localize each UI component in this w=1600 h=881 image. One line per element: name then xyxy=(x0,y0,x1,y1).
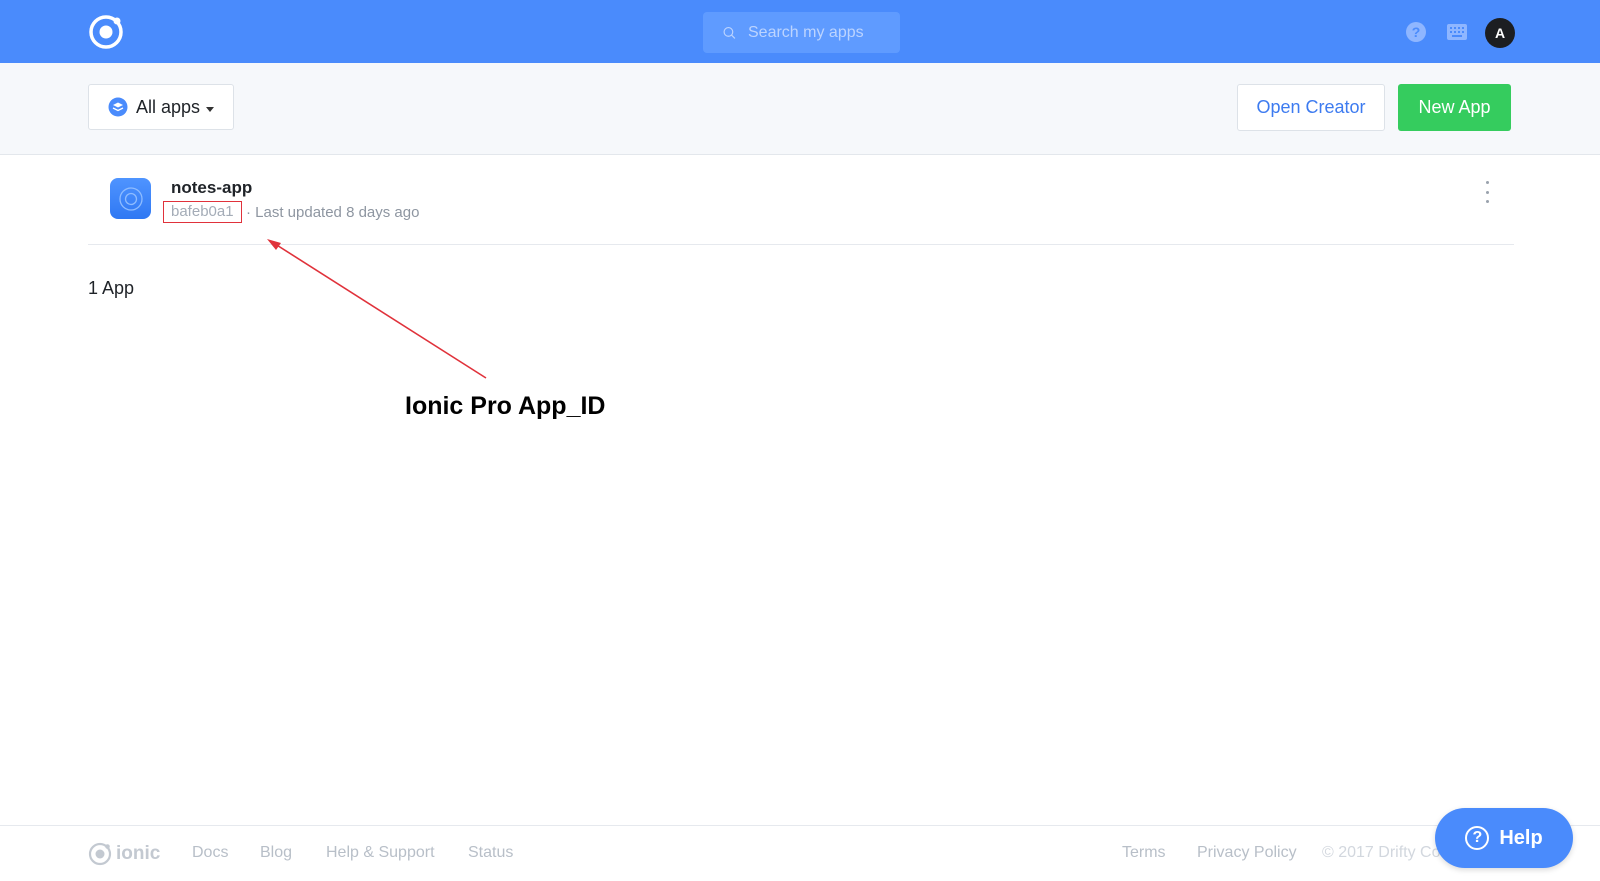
ionic-logo-icon[interactable] xyxy=(88,14,124,50)
footer-copyright: © 2017 Drifty Co xyxy=(1322,844,1441,861)
footer-link-status[interactable]: Status xyxy=(468,844,513,862)
all-apps-dropdown[interactable]: All apps xyxy=(88,84,234,130)
footer-brand: ionic xyxy=(116,843,161,864)
help-chat-button[interactable]: ? Help xyxy=(1435,808,1573,868)
user-avatar[interactable]: A xyxy=(1485,18,1515,48)
footer-link-terms[interactable]: Terms xyxy=(1122,844,1166,862)
caret-down-icon xyxy=(206,106,215,112)
annotation-label: Ionic Pro App_ID xyxy=(405,392,606,420)
app-id-highlighted: bafeb0a1 xyxy=(163,201,242,223)
app-count: 1 App xyxy=(88,278,135,298)
search-input[interactable] xyxy=(746,22,900,43)
question-icon: ? xyxy=(1465,826,1490,850)
search-box[interactable] xyxy=(703,12,900,53)
all-apps-label: All apps xyxy=(136,96,201,117)
open-creator-button[interactable]: Open Creator xyxy=(1237,84,1385,131)
footer-link-blog[interactable]: Blog xyxy=(260,844,292,862)
svg-text:?: ? xyxy=(1412,24,1421,40)
help-circle-icon[interactable]: ? xyxy=(1405,21,1427,43)
new-app-button[interactable]: New App xyxy=(1398,84,1511,131)
keyboard-icon[interactable] xyxy=(1446,21,1468,43)
footer: ionic Docs Blog Help & Support Status Te… xyxy=(0,825,1600,881)
apps-toolbar: All apps Open Creator New App xyxy=(0,63,1600,155)
app-list-item[interactable]: notes-app bafeb0a1 · Last updated 8 days… xyxy=(88,154,1514,245)
app-name[interactable]: notes-app xyxy=(171,178,252,198)
stack-icon xyxy=(108,97,128,117)
footer-link-help-support[interactable]: Help & Support xyxy=(326,844,435,862)
top-navigation-bar: ? A xyxy=(0,0,1600,64)
app-icon xyxy=(110,178,151,219)
search-icon xyxy=(723,26,736,39)
more-options-icon[interactable] xyxy=(1481,181,1493,203)
help-label: Help xyxy=(1499,826,1543,849)
footer-link-privacy-policy[interactable]: Privacy Policy xyxy=(1197,844,1297,862)
ionic-app-icon xyxy=(118,186,143,211)
footer-link-docs[interactable]: Docs xyxy=(192,844,228,862)
ionic-logo-icon xyxy=(88,842,112,866)
footer-logo[interactable]: ionic xyxy=(88,842,160,866)
app-last-updated: · Last updated 8 days ago xyxy=(246,204,420,221)
